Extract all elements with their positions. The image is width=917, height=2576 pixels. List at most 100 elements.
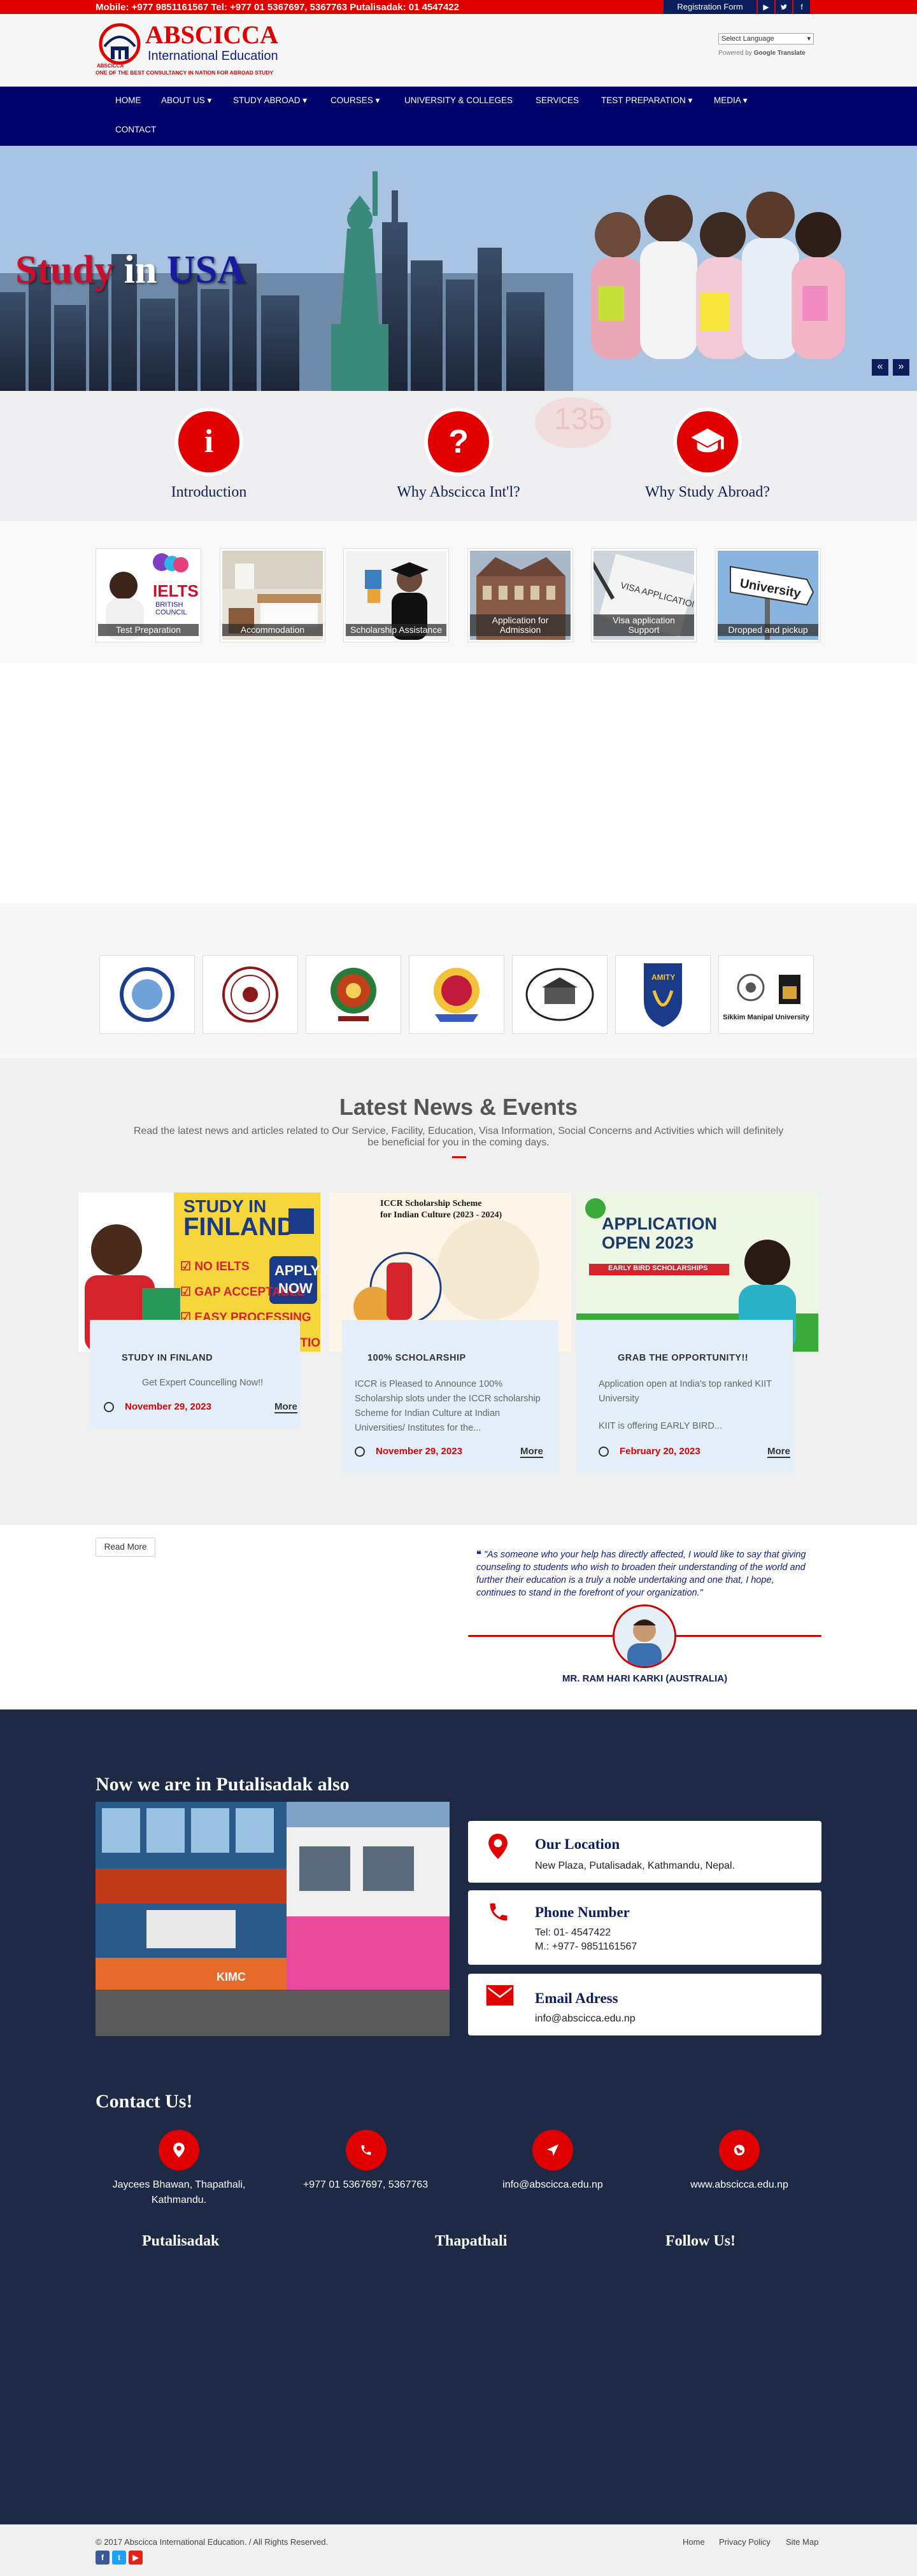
feature-why-abscicca[interactable]: Why Abscicca Int'l? <box>363 484 554 501</box>
nav-about-us[interactable]: ABOUT US ▾ <box>161 96 211 106</box>
youtube-icon[interactable]: ▶ <box>129 2551 143 2565</box>
nav-test-preparation[interactable]: TEST PREPARATION ▾ <box>601 96 692 106</box>
service-dropped-pickup[interactable]: University Dropped and pickup <box>715 548 821 642</box>
brand-logo[interactable]: ABSCICCA ABSCICCA International Educatio… <box>96 21 287 80</box>
footer-link-privacy[interactable]: Privacy Policy <box>719 2537 771 2547</box>
testimonial-avatar <box>613 1604 676 1668</box>
now-text: NOW <box>278 1280 313 1296</box>
clock-icon <box>104 1402 114 1412</box>
news-card-more-link[interactable]: More <box>520 1446 543 1458</box>
branch-building-image: KIMC <box>96 1802 450 2036</box>
news-card-date: November 29, 2023 <box>376 1446 462 1457</box>
feature-why-study-abroad[interactable]: Why Study Abroad? <box>612 484 803 501</box>
service-caption: Accommodation <box>222 624 323 636</box>
finland-point-1: ☑ NO IELTS <box>180 1260 250 1273</box>
nav-home[interactable]: HOME <box>115 96 141 105</box>
service-application-admission[interactable]: Application for Admission <box>467 548 573 642</box>
twitter-icon[interactable]: t <box>112 2551 126 2565</box>
footer-link-home[interactable]: Home <box>683 2537 705 2547</box>
iccr-headline-2: for Indian Culture (2023 - 2024) <box>380 1210 502 1220</box>
iccr-headline: ICCR Scholarship Scheme <box>380 1199 482 1208</box>
building-sign: KIMC <box>217 1971 246 1983</box>
info-icon[interactable]: i <box>178 411 239 472</box>
question-icon[interactable]: ? <box>428 411 489 472</box>
map-pin-icon <box>488 1834 508 1859</box>
svg-text:BRITISH: BRITISH <box>155 601 183 609</box>
svg-text:135: 135 <box>554 402 605 436</box>
quote-icon: ❝ <box>476 1550 481 1560</box>
svg-text:AMITY: AMITY <box>651 973 675 982</box>
partner-logo-amity[interactable]: AMITY <box>615 955 711 1034</box>
clock-icon <box>355 1447 365 1457</box>
phone-icon <box>346 2130 387 2170</box>
branch-title: Now we are in Putalisadak also <box>96 1774 350 1795</box>
email-title: Email Adress <box>535 1990 618 2006</box>
news-card-date: February 20, 2023 <box>620 1446 700 1457</box>
twitter-icon[interactable] <box>775 0 792 14</box>
top-contact-info: Mobile: +977 9851161567 Tel: +977 01 536… <box>96 2 459 13</box>
news-card-more-link[interactable]: More <box>767 1446 790 1458</box>
graduation-cap-icon[interactable] <box>677 411 738 472</box>
google-translate-credit: Powered by Google Translate <box>718 50 806 57</box>
testimonial-name: MR. RAM HARI KARKI (AUSTRALIA) <box>562 1673 728 1684</box>
news-card-desc: ICCR is Pleased to Announce 100% Scholar… <box>355 1379 541 1433</box>
news-card-body: GRAB THE OPPORTUNITY!! Application open … <box>576 1320 793 1473</box>
phone-value-1: Tel: 01- 4547422 <box>535 1927 611 1938</box>
slider-next-button[interactable]: » <box>893 359 909 376</box>
nav-media[interactable]: MEDIA ▾ <box>714 96 748 106</box>
early-bird-banner: EARLY BIRD SCHOLARSHIPS <box>608 1264 708 1272</box>
service-caption: Scholarship Assistance <box>346 624 446 636</box>
news-card-body: 100% SCHOLARSHIP ICCR is Pleased to Anno… <box>342 1320 558 1473</box>
nav-services[interactable]: SERVICES <box>536 96 579 105</box>
partner-logo-4[interactable] <box>409 955 504 1034</box>
partner-logo-3[interactable] <box>306 955 401 1034</box>
service-test-preparation[interactable]: IELTS BRITISH COUNCIL Test Preparation <box>96 548 201 642</box>
news-card[interactable]: ICCR Scholarship Scheme for Indian Cultu… <box>329 1192 571 1473</box>
partner-logo-5[interactable] <box>512 955 608 1034</box>
read-more-button[interactable]: Read More <box>96 1538 155 1557</box>
service-accommodation[interactable]: Accommodation <box>220 548 325 642</box>
news-card[interactable]: APPLICATION OPEN 2023 EARLY BIRD SCHOLAR… <box>576 1192 818 1473</box>
service-scholarship-assistance[interactable]: Scholarship Assistance <box>343 548 449 642</box>
blank-section <box>0 663 917 903</box>
partner-logo-1[interactable] <box>99 955 195 1034</box>
news-card-desc-2: KIIT is offering EARLY BIRD... <box>599 1421 722 1431</box>
news-card-title[interactable]: GRAB THE OPPORTUNITY!! <box>618 1353 748 1363</box>
contact-phone[interactable]: +977 01 5367697, 5367763 <box>289 2177 442 2193</box>
nav-courses[interactable]: COURSES ▾ <box>331 96 380 106</box>
email-value[interactable]: info@abscicca.edu.np <box>535 2012 636 2026</box>
language-select[interactable]: Select Language ▾ <box>718 33 814 45</box>
facebook-icon[interactable]: f <box>96 2551 110 2565</box>
partner-logo-sikkim-manipal[interactable]: Sikkim Manipal University <box>718 955 814 1034</box>
partner-logo-2[interactable] <box>203 955 298 1034</box>
nav-study-abroad[interactable]: STUDY ABROAD ▾ <box>233 96 307 106</box>
testimonial-quote: ❝ "As someone who your help has directly … <box>476 1550 806 1598</box>
email-card: Email Adress info@abscicca.edu.np <box>468 1974 821 2035</box>
open-2023-text: OPEN 2023 <box>602 1233 694 1252</box>
footer-col-follow-us: Follow Us! <box>665 2233 736 2249</box>
news-card-more-link[interactable]: More <box>274 1401 297 1413</box>
news-card[interactable]: STUDY IN FINLAND ☑ NO IELTS ☑ GAP ACCEPT… <box>78 1192 320 1428</box>
features-strip: 135 i Introduction ? Why Abscicca Int'l?… <box>0 391 917 521</box>
news-card-desc: Get Expert Councelling Now!! <box>142 1378 264 1388</box>
envelope-icon <box>486 1985 514 2006</box>
news-card-title[interactable]: 100% SCHOLARSHIP <box>367 1353 466 1363</box>
finland-text: FINLAND <box>183 1213 295 1241</box>
contact-address: Jaycees Bhawan, Thapathali, Kathmandu. <box>112 2179 246 2205</box>
map-pin-icon <box>159 2130 199 2170</box>
location-value: New Plaza, Putalisadak, Kathmandu, Nepal… <box>535 1860 735 1871</box>
nav-contact[interactable]: CONTACT <box>115 125 156 134</box>
hero-slider: Study in USA « » <box>0 146 917 391</box>
nav-university-colleges[interactable]: UNIVERSITY & COLLEGES <box>404 96 513 105</box>
registration-form-button[interactable]: Registration Form <box>664 0 757 14</box>
youtube-icon[interactable]: ▶ <box>757 0 774 14</box>
news-card-title[interactable]: STUDY IN FINLAND <box>122 1353 213 1363</box>
facebook-icon[interactable]: f <box>793 0 810 14</box>
clock-icon <box>599 1447 609 1457</box>
feature-introduction[interactable]: Introduction <box>113 484 304 501</box>
contact-email[interactable]: info@abscicca.edu.np <box>476 2177 629 2193</box>
contact-website[interactable]: www.abscicca.edu.np <box>663 2177 816 2193</box>
slider-prev-button[interactable]: « <box>872 359 888 376</box>
footer-link-sitemap[interactable]: Site Map <box>786 2537 818 2547</box>
service-visa-support[interactable]: VISA APPLICATION Visa application Suppor… <box>591 548 697 642</box>
